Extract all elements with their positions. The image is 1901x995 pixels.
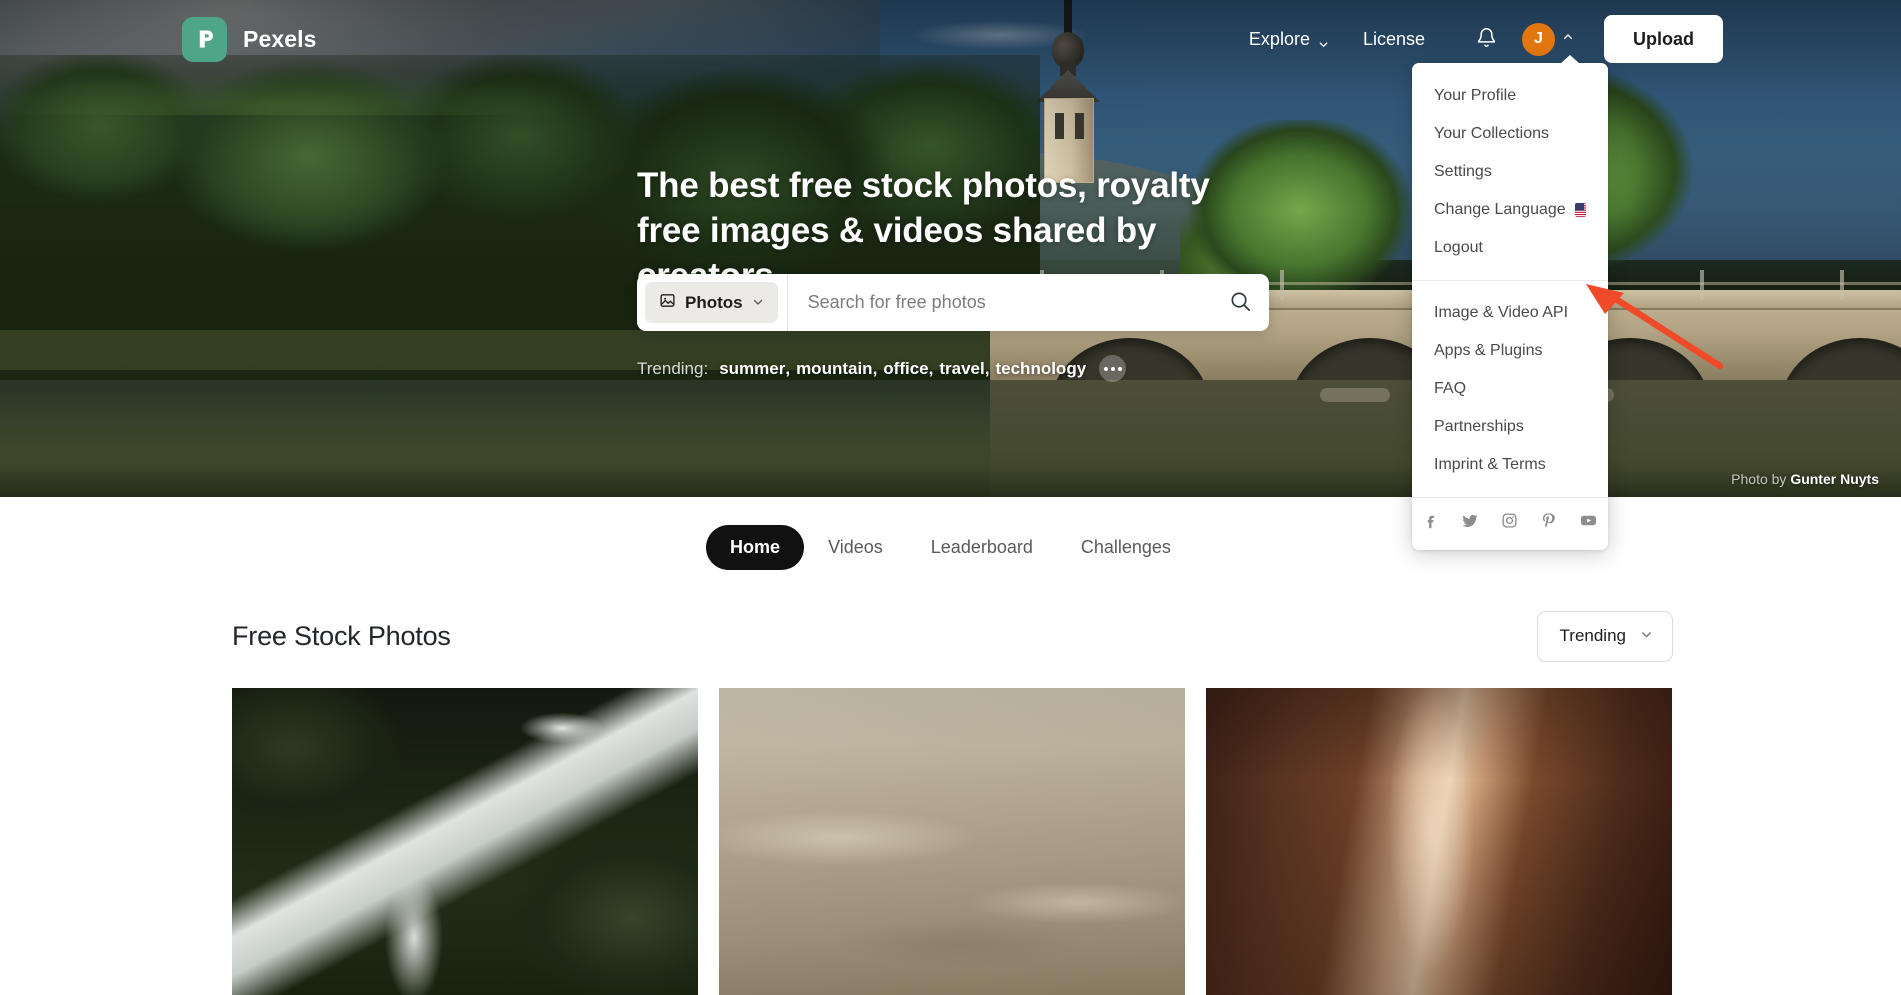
brand-logo-link[interactable]: Pexels: [182, 16, 317, 62]
photo-grid: [232, 688, 1673, 995]
nav-license-label: License: [1362, 28, 1425, 49]
tab-home[interactable]: Home: [706, 524, 805, 570]
menu-item-label: Apps & Plugins: [1434, 342, 1543, 359]
photo-credit-prefix: Photo by: [1731, 471, 1787, 487]
section-header: Free Stock Photos Trending: [232, 608, 1673, 664]
menu-item-settings[interactable]: Settings: [1412, 153, 1608, 191]
menu-item-faq[interactable]: FAQ: [1412, 370, 1608, 408]
trending-term-office[interactable]: office: [883, 359, 928, 379]
menu-item-label: FAQ: [1434, 380, 1467, 397]
menu-item-label: Partnerships: [1434, 418, 1524, 435]
tab-challenges[interactable]: Challenges: [1057, 525, 1195, 570]
menu-item-your-profile[interactable]: Your Profile: [1412, 77, 1608, 115]
photo-credit-author[interactable]: Gunter Nuyts: [1790, 471, 1879, 487]
menu-item-apps-plugins[interactable]: Apps & Plugins: [1412, 332, 1608, 370]
chevron-down-icon: [1640, 626, 1653, 646]
menu-item-your-collections[interactable]: Your Collections: [1412, 115, 1608, 153]
chevron-up-icon: [1562, 30, 1574, 48]
menu-item-label: Your Profile: [1434, 87, 1517, 104]
bell-icon: [1476, 27, 1497, 51]
menu-item-partnerships[interactable]: Partnerships: [1412, 408, 1608, 446]
avatar: J: [1522, 22, 1555, 56]
menu-item-imprint-terms[interactable]: Imprint & Terms: [1412, 446, 1608, 484]
menu-item-label: Imprint & Terms: [1434, 456, 1546, 473]
trending-term-travel[interactable]: travel: [939, 359, 984, 379]
tab-videos[interactable]: Videos: [804, 525, 907, 570]
menu-item-label: Your Collections: [1434, 125, 1550, 142]
menu-item-change-language[interactable]: Change Language: [1412, 191, 1608, 229]
trending-term-mountain[interactable]: mountain: [796, 359, 873, 379]
menu-item-label: Settings: [1434, 163, 1492, 180]
menu-divider: [1412, 280, 1608, 281]
search-bar[interactable]: Photos: [637, 274, 1269, 331]
photo-card[interactable]: [1206, 688, 1672, 995]
sort-value: Trending: [1559, 626, 1626, 645]
trending-row: Trending: summer, mountain, office, trav…: [637, 355, 1127, 382]
menu-item-image-video-api[interactable]: Image & Video API: [1412, 294, 1608, 332]
brand-name: Pexels: [243, 25, 317, 52]
section-tabs: Home Videos Leaderboard Challenges: [0, 497, 1901, 597]
section-title: Free Stock Photos: [232, 620, 451, 651]
menu-item-logout[interactable]: Logout: [1412, 229, 1608, 267]
twitter-icon[interactable]: [1461, 512, 1479, 530]
search-input[interactable]: [787, 274, 1211, 331]
search-submit-button[interactable]: [1211, 274, 1269, 331]
nav-license[interactable]: License: [1346, 29, 1442, 50]
search-type-dropdown[interactable]: Photos: [645, 282, 778, 323]
menu-item-label: Image & Video API: [1434, 304, 1569, 321]
trending-term-summer[interactable]: summer: [719, 359, 785, 379]
sort-dropdown[interactable]: Trending: [1536, 610, 1673, 662]
notifications-button[interactable]: [1464, 17, 1508, 61]
photo-card[interactable]: [232, 688, 698, 995]
youtube-icon[interactable]: [1579, 511, 1598, 530]
pexels-home-page: The best free stock photos, royalty free…: [0, 0, 1901, 995]
chevron-down-icon: [752, 293, 764, 313]
menu-divider-social: [1412, 497, 1608, 498]
menu-item-label: Logout: [1434, 239, 1483, 256]
upload-button[interactable]: Upload: [1604, 15, 1723, 63]
top-navigation-bar: Pexels Explore License J Upload: [0, 0, 1901, 78]
nav-explore[interactable]: Explore: [1232, 29, 1346, 50]
menu-item-label: Change Language: [1434, 201, 1566, 218]
search-type-label: Photos: [685, 292, 743, 312]
photo-card[interactable]: [719, 688, 1185, 995]
nav-explore-label: Explore: [1248, 28, 1310, 49]
us-flag-icon: [1574, 203, 1586, 217]
chevron-down-icon: [1318, 34, 1329, 47]
photo-credit: Photo by Gunter Nuyts: [1731, 471, 1879, 487]
ellipsis-icon[interactable]: [1099, 355, 1127, 382]
user-menu-toggle[interactable]: J: [1522, 22, 1574, 56]
instagram-icon[interactable]: [1501, 512, 1518, 529]
social-links: [1412, 511, 1608, 550]
trending-term-technology[interactable]: technology: [995, 359, 1086, 379]
pinterest-icon[interactable]: [1540, 512, 1557, 529]
user-dropdown-menu: Your Profile Your Collections Settings C…: [1412, 55, 1608, 550]
pexels-p-logo-icon: [182, 16, 227, 62]
image-icon: [659, 292, 676, 314]
search-icon: [1229, 290, 1252, 316]
facebook-icon[interactable]: [1422, 512, 1439, 529]
trending-label: Trending:: [637, 358, 709, 378]
tab-leaderboard[interactable]: Leaderboard: [907, 525, 1057, 570]
